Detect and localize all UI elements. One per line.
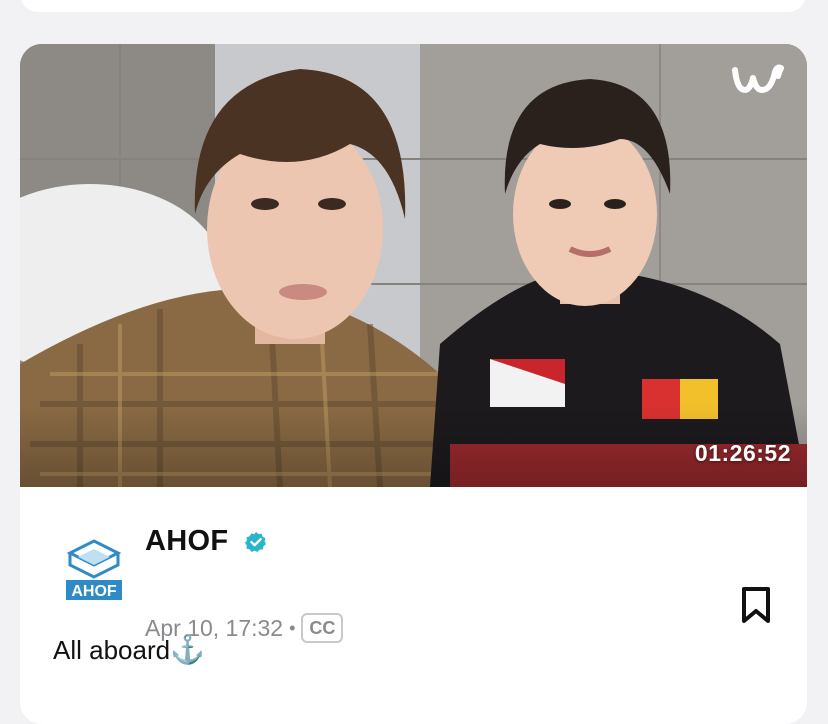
channel-avatar[interactable]: AHOF <box>46 525 142 621</box>
video-thumbnail[interactable]: 01:26:52 <box>20 44 807 487</box>
bookmark-icon[interactable] <box>738 585 774 625</box>
meta-separator: • <box>289 617 296 638</box>
channel-name[interactable]: AHOF <box>145 525 228 558</box>
anchor-emoji-icon: ⚓️ <box>170 634 205 665</box>
video-duration: 01:26:52 <box>694 440 791 466</box>
post-caption: All aboard⚓️ <box>53 633 205 666</box>
previous-post-card <box>20 0 806 12</box>
post-info: AHOF AHOF Apr 10, 17:32 • CC All aboard⚓… <box>20 487 807 724</box>
caption-text: All aboard <box>53 635 171 665</box>
ahof-logo-icon: AHOF <box>66 539 122 600</box>
avatar-logo-text: AHOF <box>71 583 117 600</box>
weverse-logo-icon <box>732 64 784 93</box>
cc-badge: CC <box>301 613 344 643</box>
post-card[interactable]: 01:26:52 AHOF AHOF Apr 10, 17:32 • CC Al… <box>20 44 807 724</box>
verified-badge-icon <box>245 532 266 552</box>
video-frame-image <box>20 44 807 487</box>
